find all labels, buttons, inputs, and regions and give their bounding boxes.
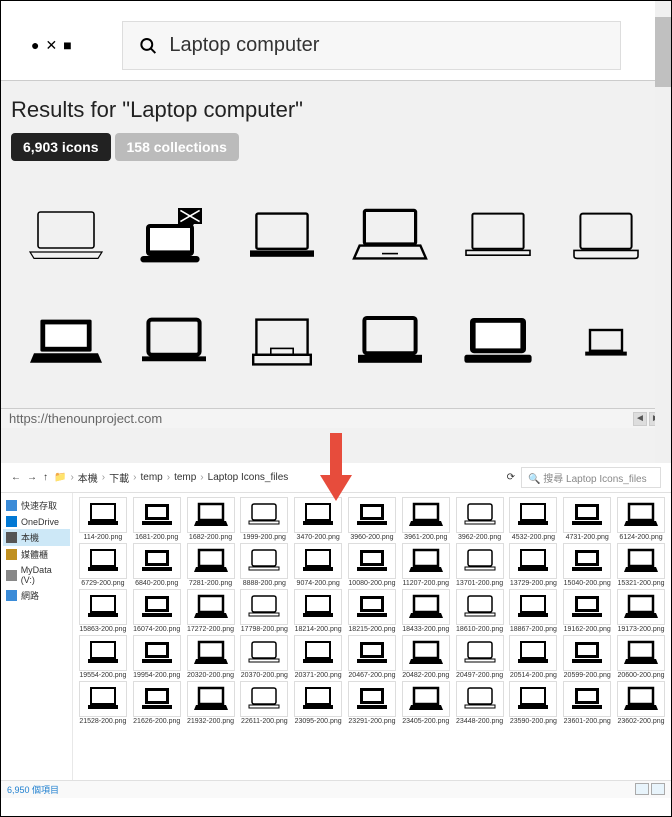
file-item[interactable]: 23095-200.png: [292, 681, 344, 725]
icon-result-item[interactable]: [447, 292, 549, 392]
tab-icons[interactable]: 6,903 icons: [11, 133, 111, 161]
icon-result-item[interactable]: [339, 186, 441, 286]
tab-collections[interactable]: 158 collections: [115, 133, 239, 161]
file-item[interactable]: 13729-200.png: [508, 543, 560, 587]
sidebar-item[interactable]: 網路: [3, 587, 70, 604]
file-item[interactable]: 21528-200.png: [77, 681, 129, 725]
file-item[interactable]: 20514-200.png: [508, 635, 560, 679]
file-item[interactable]: 1999-200.png: [238, 497, 290, 541]
icon-results-grid: [11, 186, 661, 392]
file-item[interactable]: 114-200.png: [77, 497, 129, 541]
sidebar-item[interactable]: OneDrive: [3, 514, 70, 529]
explorer-search-input[interactable]: 🔍 搜尋 Laptop Icons_files: [521, 467, 661, 488]
file-item[interactable]: 23601-200.png: [561, 681, 613, 725]
nav-back-icon[interactable]: ←: [11, 472, 21, 483]
file-item[interactable]: 16074-200.png: [131, 589, 183, 633]
icon-result-item[interactable]: [15, 186, 117, 286]
sidebar-item[interactable]: 媒體櫃: [3, 546, 70, 563]
refresh-icon[interactable]: ⟳: [507, 472, 515, 483]
explorer-sidebar: 快速存取OneDrive本機媒體櫃MyData (V:)網路: [1, 493, 73, 790]
file-item[interactable]: 20371-200.png: [292, 635, 344, 679]
file-item[interactable]: 20497-200.png: [454, 635, 506, 679]
file-item[interactable]: 8888-200.png: [238, 543, 290, 587]
file-item[interactable]: 1681-200.png: [131, 497, 183, 541]
file-item[interactable]: 13701-200.png: [454, 543, 506, 587]
file-item[interactable]: 18433-200.png: [400, 589, 452, 633]
file-item[interactable]: 4731-200.png: [561, 497, 613, 541]
file-item[interactable]: 17272-200.png: [185, 589, 237, 633]
file-item[interactable]: 19173-200.png: [615, 589, 667, 633]
breadcrumb[interactable]: 📁› 本機› 下載› temp› temp› Laptop Icons_file…: [54, 470, 501, 485]
file-item[interactable]: 7281-200.png: [185, 543, 237, 587]
url-display: https://thenounproject.com: [9, 411, 162, 426]
file-item[interactable]: 19162-200.png: [561, 589, 613, 633]
file-item[interactable]: 15040-200.png: [561, 543, 613, 587]
nav-up-icon[interactable]: ↑: [43, 472, 48, 483]
file-item[interactable]: 20599-200.png: [561, 635, 613, 679]
file-item[interactable]: 15321-200.png: [615, 543, 667, 587]
file-item[interactable]: 23405-200.png: [400, 681, 452, 725]
sidebar-item[interactable]: 快速存取: [3, 497, 70, 514]
file-item[interactable]: 20600-200.png: [615, 635, 667, 679]
file-item[interactable]: 20467-200.png: [346, 635, 398, 679]
file-grid: 114-200.png1681-200.png1682-200.png1999-…: [73, 493, 671, 790]
file-item[interactable]: 17798-200.png: [238, 589, 290, 633]
nav-forward-icon[interactable]: →: [27, 472, 37, 483]
file-item[interactable]: 15863-200.png: [77, 589, 129, 633]
file-item[interactable]: 1682-200.png: [185, 497, 237, 541]
site-logo[interactable]: ●✕■: [21, 37, 72, 54]
icon-result-item[interactable]: [555, 186, 657, 286]
file-item[interactable]: 20482-200.png: [400, 635, 452, 679]
file-item[interactable]: 6729-200.png: [77, 543, 129, 587]
file-item[interactable]: 4532-200.png: [508, 497, 560, 541]
file-item[interactable]: 19554-200.png: [77, 635, 129, 679]
search-input[interactable]: [169, 34, 604, 57]
results-heading: Results for "Laptop computer": [11, 97, 661, 123]
file-item[interactable]: 22611-200.png: [238, 681, 290, 725]
file-item[interactable]: 23590-200.png: [508, 681, 560, 725]
file-item[interactable]: 21932-200.png: [185, 681, 237, 725]
file-item[interactable]: 20370-200.png: [238, 635, 290, 679]
file-item[interactable]: 20320-200.png: [185, 635, 237, 679]
file-explorer: ← → ↑ 📁› 本機› 下載› temp› temp› Laptop Icon…: [1, 463, 671, 798]
sidebar-item[interactable]: 本機: [3, 529, 70, 546]
sidebar-item[interactable]: MyData (V:): [3, 563, 70, 587]
arrow-down-icon: [318, 433, 354, 508]
icon-result-item[interactable]: [231, 186, 333, 286]
icon-result-item[interactable]: [123, 292, 225, 392]
file-item[interactable]: 21626-200.png: [131, 681, 183, 725]
view-toggle[interactable]: [635, 783, 665, 796]
file-item[interactable]: 6124-200.png: [615, 497, 667, 541]
file-item[interactable]: 18610-200.png: [454, 589, 506, 633]
icon-result-item[interactable]: [231, 292, 333, 392]
file-item[interactable]: 18214-200.png: [292, 589, 344, 633]
file-item[interactable]: 9074-200.png: [292, 543, 344, 587]
file-item[interactable]: 23602-200.png: [615, 681, 667, 725]
file-item[interactable]: 23448-200.png: [454, 681, 506, 725]
scrollbar[interactable]: [655, 1, 671, 463]
file-item[interactable]: 23291-200.png: [346, 681, 398, 725]
icon-result-item[interactable]: [447, 186, 549, 286]
icon-result-item[interactable]: [123, 186, 225, 286]
file-item[interactable]: 3962-200.png: [454, 497, 506, 541]
icon-result-item[interactable]: [555, 292, 657, 392]
search-icon: [139, 36, 158, 56]
file-item[interactable]: 3961-200.png: [400, 497, 452, 541]
icon-result-item[interactable]: [15, 292, 117, 392]
file-item[interactable]: 10080-200.png: [346, 543, 398, 587]
file-item[interactable]: 19954-200.png: [131, 635, 183, 679]
file-item[interactable]: 11207-200.png: [400, 543, 452, 587]
file-item[interactable]: 18867-200.png: [508, 589, 560, 633]
file-item[interactable]: 18215-200.png: [346, 589, 398, 633]
icon-result-item[interactable]: [339, 292, 441, 392]
search-container: [122, 21, 621, 70]
file-item[interactable]: 6840-200.png: [131, 543, 183, 587]
status-count: 6,950 個項目: [7, 783, 59, 796]
